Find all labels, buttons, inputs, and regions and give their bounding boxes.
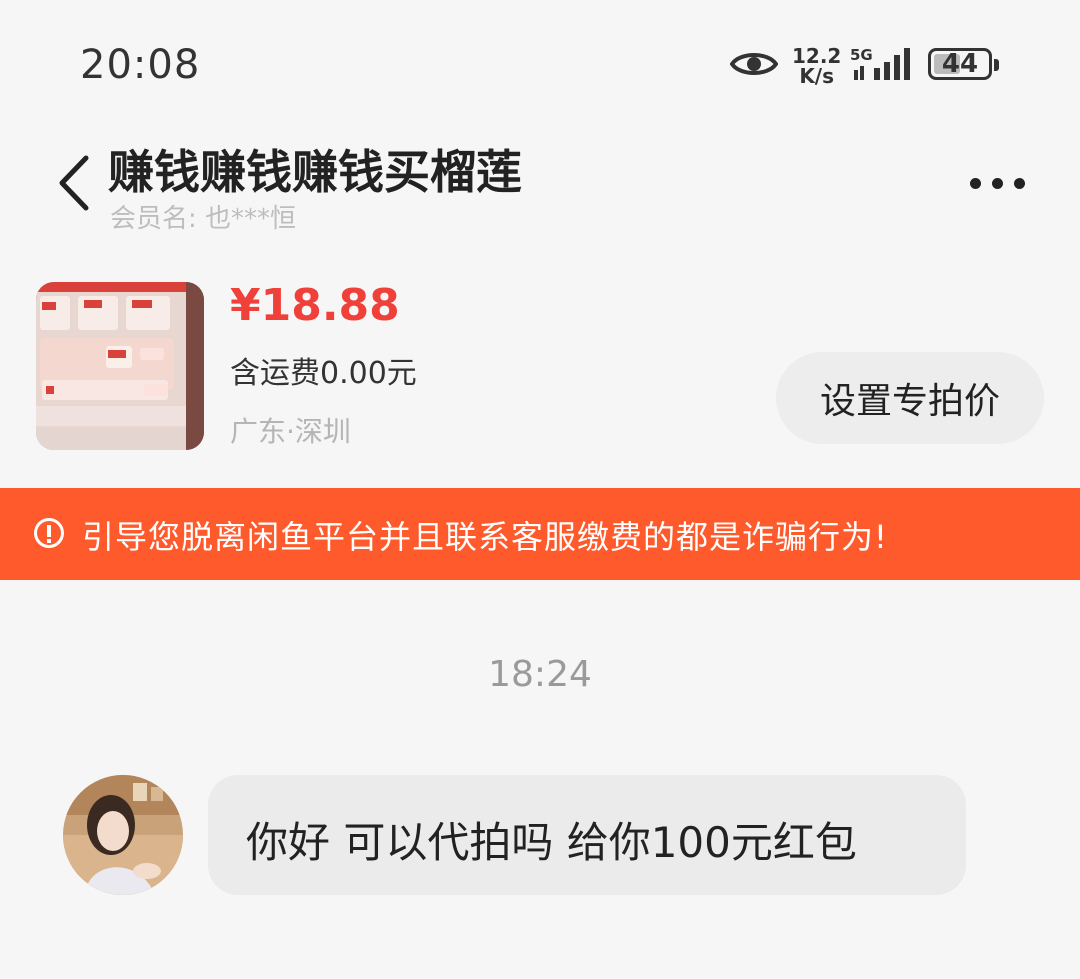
signal-icon: 5G <box>850 46 914 86</box>
more-options-button[interactable] <box>970 174 1036 193</box>
network-speed-unit: K/s <box>799 64 835 88</box>
product-thumbnail[interactable] <box>36 282 204 450</box>
product-price: ¥18.88 <box>230 280 400 331</box>
network-type: 5G <box>850 46 873 64</box>
warning-banner: 引导您脱离闲鱼平台并且联系客服缴费的都是诈骗行为! <box>0 488 1080 580</box>
chat-header: 赚钱赚钱赚钱买榴莲 会员名: 也***恒 <box>0 130 1080 240</box>
shipping-fee: 含运费0.00元 <box>230 356 417 391</box>
more-dot-icon <box>992 178 1003 189</box>
message-bubble[interactable]: 你好 可以代拍吗 给你100元红包 <box>208 775 966 895</box>
avatar[interactable] <box>63 775 183 895</box>
product-location: 广东·深圳 <box>230 415 351 448</box>
more-dot-icon <box>970 178 981 189</box>
battery-level: 44 <box>941 49 979 79</box>
back-button[interactable] <box>56 154 90 216</box>
warning-text: 引导您脱离闲鱼平台并且联系客服缴费的都是诈骗行为! <box>82 518 888 556</box>
more-dot-icon <box>1014 178 1025 189</box>
chevron-left-icon <box>59 155 89 211</box>
network-speed: 12.2 K/s <box>792 46 841 86</box>
set-special-price-button[interactable]: 设置专拍价 <box>776 352 1044 444</box>
network-speed-value: 12.2 <box>792 44 842 68</box>
product-card[interactable]: ¥18.88 含运费0.00元 广东·深圳 设置专拍价 <box>0 270 1080 470</box>
message-text: 你好 可以代拍吗 给你100元红包 <box>246 818 857 867</box>
battery-icon: 44 <box>928 48 999 80</box>
status-time: 20:08 <box>80 42 201 88</box>
message-timestamp: 18:24 <box>488 654 592 695</box>
alert-circle-icon <box>34 518 64 548</box>
member-name: 会员名: 也***恒 <box>110 204 297 234</box>
page-title: 赚钱赚钱赚钱买榴莲 <box>108 145 522 199</box>
status-bar: 20:08 12.2 K/s 5G 44 <box>0 0 1080 130</box>
eye-icon <box>729 48 779 84</box>
